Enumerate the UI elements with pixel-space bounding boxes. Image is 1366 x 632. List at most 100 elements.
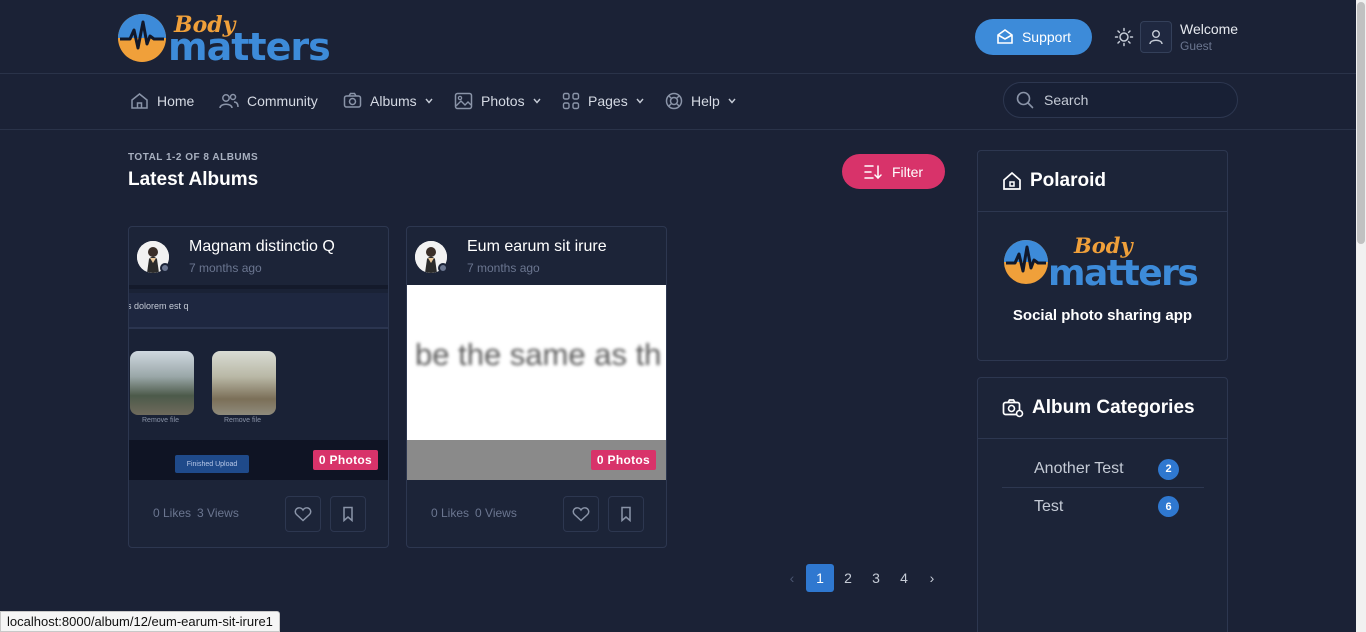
home-icon — [131, 93, 148, 109]
nav-pages[interactable]: Pages — [562, 92, 644, 110]
envelope-icon — [997, 29, 1013, 44]
like-button[interactable] — [285, 496, 321, 532]
user-icon — [1149, 30, 1163, 45]
like-button[interactable] — [563, 496, 599, 532]
album-time: 7 months ago — [467, 261, 540, 275]
nav-help-label: Help — [691, 93, 720, 109]
category-label: Another Test — [1034, 460, 1124, 477]
status-dot — [160, 263, 170, 273]
album-card-header: Eum earum sit irure 7 months ago — [407, 227, 666, 285]
sun-icon[interactable] — [1114, 27, 1134, 47]
photos-count-badge: 0 Photos — [312, 450, 378, 470]
nav-help[interactable]: Help — [665, 92, 736, 110]
chevron-down-icon — [728, 98, 736, 104]
search-box[interactable] — [1003, 82, 1238, 118]
category-item[interactable]: Test 6 — [1002, 488, 1204, 525]
likes-count: 0 Likes — [153, 506, 192, 520]
lifebuoy-icon — [665, 92, 683, 110]
nav-pages-label: Pages — [588, 93, 628, 109]
bookmark-button[interactable] — [608, 496, 644, 532]
top-header: Body matters Support Welcome Guest — [0, 0, 1356, 74]
album-categories-header: Album Categories — [978, 378, 1227, 439]
album-stats: 0 Likes 3 Views — [153, 506, 239, 520]
logo-text-bottom: matters — [1048, 253, 1197, 289]
main-nav: Home Community Albums Photos Pages Help — [0, 74, 1356, 130]
users-icon — [219, 93, 239, 109]
nav-photos[interactable]: Photos — [454, 92, 541, 110]
pagination: ‹ 1 2 3 4 › — [778, 564, 946, 592]
polaroid-widget-header: Polaroid — [978, 151, 1227, 212]
nav-community-label: Community — [247, 93, 318, 109]
support-button[interactable]: Support — [975, 19, 1092, 55]
photo-icon — [454, 92, 473, 110]
heart-icon — [294, 507, 312, 522]
user-name: Guest — [1180, 39, 1213, 53]
likes-count: 0 Likes — [431, 506, 470, 520]
category-item[interactable]: Another Test 2 — [1002, 451, 1204, 488]
nav-home[interactable]: Home — [130, 92, 194, 110]
home-icon — [1003, 171, 1021, 190]
status-dot — [438, 263, 448, 273]
camera-icon — [343, 92, 362, 108]
album-title[interactable]: Magnam distinctio Q — [189, 238, 335, 256]
album-card-footer: 0 Likes 0 Views — [407, 480, 666, 547]
category-count-badge: 6 — [1158, 496, 1179, 517]
user-avatar[interactable] — [1140, 21, 1172, 53]
bodymatters-logo: Body matters — [1004, 233, 1199, 289]
remove-file-link: Remove file — [224, 417, 261, 424]
page-title: Latest Albums — [128, 169, 259, 190]
nav-community[interactable]: Community — [219, 92, 318, 110]
heart-icon — [572, 507, 590, 522]
prev-page-button[interactable]: ‹ — [778, 564, 806, 592]
polaroid-title: Polaroid — [1030, 170, 1107, 191]
browser-status-url: localhost:8000/album/12/eum-earum-sit-ir… — [0, 611, 280, 632]
bookmark-icon — [621, 506, 631, 522]
polaroid-widget: Polaroid Body matters Social photo shari… — [977, 150, 1228, 361]
nav-photos-label: Photos — [481, 93, 525, 109]
albums-count-text: TOTAL 1-2 OF 8 ALBUMS — [128, 152, 259, 163]
views-count: 0 Views — [475, 506, 517, 520]
chevron-down-icon — [425, 98, 433, 104]
album-time: 7 months ago — [189, 261, 262, 275]
chevron-down-icon — [636, 98, 644, 104]
album-card[interactable]: Eum earum sit irure 7 months ago be the … — [406, 226, 667, 548]
bookmark-icon — [343, 506, 353, 522]
page-button-1[interactable]: 1 — [806, 564, 834, 592]
bookmark-button[interactable] — [330, 496, 366, 532]
filter-label: Filter — [891, 163, 924, 180]
album-categories-widget: Album Categories Another Test 2 Test 6 — [977, 377, 1228, 632]
logo-text-bottom: matters — [168, 25, 330, 64]
filter-button[interactable]: Filter — [842, 154, 945, 189]
views-count: 3 Views — [197, 506, 239, 520]
nav-albums-label: Albums — [370, 92, 417, 109]
album-categories-title: Album Categories — [1032, 397, 1195, 418]
album-thumbnail[interactable]: be the same as th 0 Photos — [407, 285, 666, 480]
album-card[interactable]: Magnam distinctio Q 7 months ago s dolor… — [128, 226, 389, 548]
page-button-4[interactable]: 4 — [890, 564, 918, 592]
category-label: Test — [1034, 497, 1064, 515]
chevron-down-icon — [533, 98, 541, 104]
thumb-preview-1 — [130, 351, 194, 415]
page-scrollbar-thumb[interactable] — [1357, 2, 1365, 244]
thumb-text: s dolorem est q — [129, 301, 189, 311]
search-input[interactable] — [1044, 92, 1214, 108]
album-stats: 0 Likes 0 Views — [431, 506, 517, 520]
bodymatters-logo[interactable]: Body matters — [116, 10, 348, 64]
album-card-footer: 0 Likes 3 Views — [129, 480, 388, 547]
page-button-2[interactable]: 2 — [834, 564, 862, 592]
category-count-badge: 2 — [1158, 458, 1179, 480]
page-button-3[interactable]: 3 — [862, 564, 890, 592]
nav-albums[interactable]: Albums — [343, 92, 433, 109]
photos-count-badge: 0 Photos — [590, 450, 656, 470]
album-title[interactable]: Eum earum sit irure — [467, 238, 607, 256]
support-label: Support — [1021, 29, 1072, 45]
nav-home-label: Home — [157, 93, 195, 109]
app-tagline: Social photo sharing app — [1012, 307, 1193, 324]
album-card-header: Magnam distinctio Q 7 months ago — [129, 227, 388, 285]
sort-icon — [864, 164, 882, 179]
camera-settings-icon — [1002, 399, 1024, 418]
album-thumbnail[interactable]: s dolorem est q Remove file Remove file … — [129, 285, 388, 480]
next-page-button[interactable]: › — [918, 564, 946, 592]
thumb-text: be the same as th — [415, 337, 662, 372]
welcome-text: Welcome — [1180, 21, 1239, 37]
